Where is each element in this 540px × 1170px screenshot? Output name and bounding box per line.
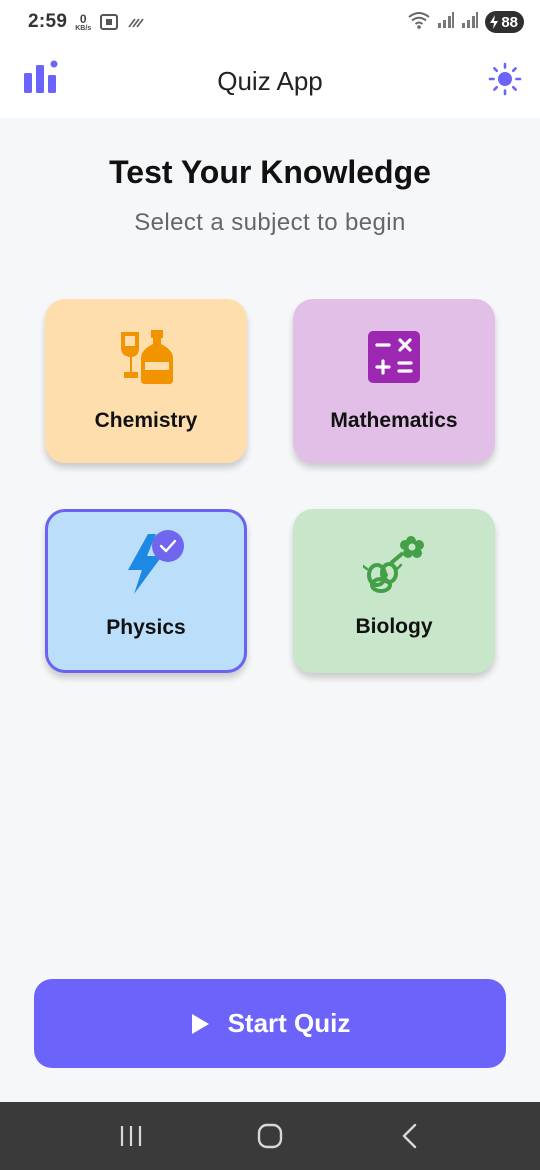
subject-label: Biology [355,615,433,638]
subject-card-mathematics[interactable]: Mathematics [293,299,495,463]
sun-icon [488,62,522,96]
network-speed-unit: KB/s [75,24,92,32]
network-speed: 0 KB/s [75,13,91,32]
theme-toggle-button[interactable] [486,60,524,98]
subject-label: Mathematics [330,409,458,432]
signal-icon [437,11,455,34]
nfc-icon [127,15,145,29]
subject-label: Physics [106,616,186,639]
wifi-icon [407,11,431,34]
network-speed-value: 0 [79,11,87,26]
check-icon [159,539,177,553]
calculator-icon [368,331,420,383]
home-icon [257,1123,283,1149]
subject-label: Chemistry [94,409,198,432]
battery-indicator: 88 [485,11,524,33]
start-quiz-label: Start Quiz [227,1008,351,1038]
selected-check-badge [152,530,184,562]
app-title: Quiz App [217,65,323,96]
status-time: 2:59 [28,11,68,32]
start-quiz-button[interactable]: Start Quiz [34,979,506,1068]
stats-button[interactable] [22,58,60,96]
chemistry-icon [121,330,173,384]
play-icon [191,1013,209,1034]
app-bar: Quiz App [0,44,540,118]
status-bar: 2:59 0 KB/s 88 [0,0,540,44]
page-title: Test Your Knowledge [109,154,431,190]
back-icon [402,1123,416,1149]
back-button[interactable] [379,1106,439,1166]
flower-icon [363,536,424,593]
screenshot-icon [99,13,119,31]
page-subtitle: Select a subject to begin [134,209,406,236]
charging-icon [490,15,499,29]
recent-apps-button[interactable] [101,1106,161,1166]
signal-icon-2 [461,11,479,34]
bar-chart-icon [24,60,58,93]
system-nav-bar [0,1102,540,1170]
recent-apps-icon [121,1126,142,1146]
subject-card-chemistry[interactable]: Chemistry [45,299,247,463]
home-button[interactable] [240,1106,300,1166]
subject-card-biology[interactable]: Biology [293,509,495,673]
battery-level: 88 [501,13,518,31]
subject-card-physics[interactable]: Physics [45,509,247,673]
